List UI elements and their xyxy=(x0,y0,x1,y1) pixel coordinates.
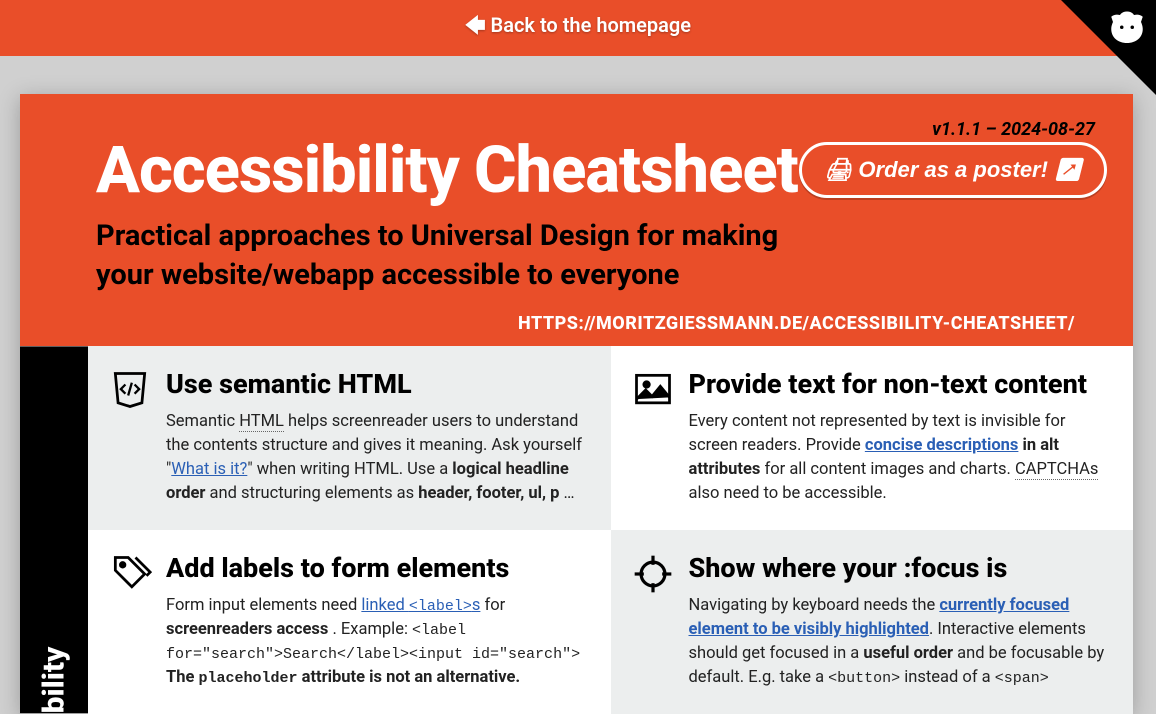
side-category-label: bility xyxy=(20,346,88,713)
card-focus: Show where your :focus is Navigating by … xyxy=(611,530,1134,714)
card-title: Show where your :focus is xyxy=(689,552,1114,584)
source-url: HTTPS://MORITZGIESSMANN.DE/ACCESSIBILITY… xyxy=(96,295,1093,346)
card-body: Navigating by keyboard needs the current… xyxy=(689,594,1114,690)
card-title: Add labels to form elements xyxy=(166,552,591,584)
card-form-labels: Add labels to form elements Form input e… xyxy=(88,530,611,714)
card-body: Every content not represented by text is… xyxy=(689,410,1114,506)
github-cat-icon[interactable] xyxy=(1106,8,1148,54)
card-title: Provide text for non-text content xyxy=(689,368,1114,400)
order-poster-button[interactable]: 🖨 Order as a poster! ↗ xyxy=(799,142,1107,198)
card-semantic-html: Use semantic HTML Semantic HTML helps sc… xyxy=(88,346,611,530)
tags-icon xyxy=(108,552,152,600)
cheatsheet-card: v1.1.1 – 2024-08-27 Accessibility Cheats… xyxy=(20,94,1133,714)
page-subtitle: Practical approaches to Universal Design… xyxy=(96,217,816,295)
hero-section: v1.1.1 – 2024-08-27 Accessibility Cheats… xyxy=(20,94,1133,346)
crosshair-icon xyxy=(631,552,675,600)
tips-grid: bility Use semantic HTML Semantic HTML h… xyxy=(20,346,1133,713)
card-body: Semantic HTML helps screenreader users t… xyxy=(166,410,591,506)
top-bar: 🡄 Back to the homepage xyxy=(0,0,1156,56)
version-label: v1.1.1 – 2024-08-27 xyxy=(932,119,1095,140)
back-to-homepage-link[interactable]: 🡄 Back to the homepage xyxy=(465,11,691,45)
code-icon xyxy=(108,368,152,416)
image-icon xyxy=(631,368,675,416)
card-alt-text: Provide text for non-text content Every … xyxy=(611,346,1134,530)
card-body: Form input elements need linked <label>s… xyxy=(166,594,591,690)
card-title: Use semantic HTML xyxy=(166,368,591,400)
